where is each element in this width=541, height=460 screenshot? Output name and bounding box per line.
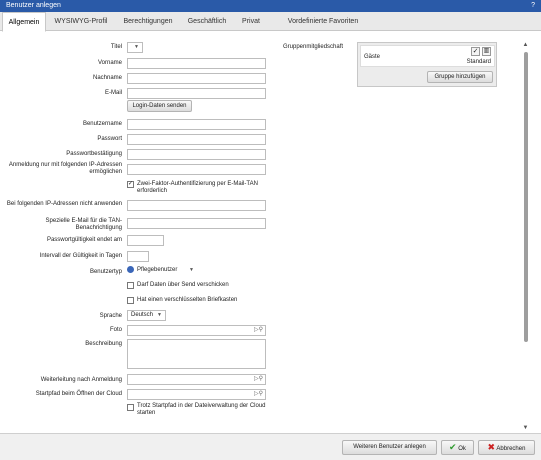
check-icon: ✓ [128,181,134,187]
check-icon: ✔ [449,442,457,452]
abbrechen-button[interactable]: ✖ Abbrechen [478,440,535,455]
passwort-label: Passwort [97,136,122,142]
titel-label: Titel [110,44,122,50]
nachname-label: Nachname [92,75,122,81]
pw-valid-label: Passwortgültigkeit endet am [46,237,122,243]
scrollbar[interactable]: ▲ ▼ [522,41,529,431]
tab-berechtigungen[interactable]: Berechtigungen [116,12,180,31]
scroll-up-icon[interactable]: ▲ [522,42,529,48]
passwortbestaetigung-field[interactable] [127,149,266,160]
titel-select[interactable]: ▼ [127,42,143,53]
group-role: Standard [466,59,491,65]
gruppen-label: Gruppenmitgliedschaft [283,44,344,50]
foto-label: Foto [109,327,122,333]
close-icon: ✖ [487,442,496,452]
email-field[interactable] [127,88,266,99]
startpath-field[interactable]: ▷⚲ [127,389,266,400]
two-factor-label: Zwei-Faktor-Authentifizierung per E-Mail… [137,181,258,194]
email-label: E-Mail [104,90,122,96]
footer: Weiteren Benutzer anlegen ✔ Ok ✖ Abbrech… [0,433,541,460]
chevron-down-icon: ▼ [134,44,139,50]
redirect-field[interactable]: ▷⚲ [127,374,266,385]
send-checkbox[interactable] [127,282,134,289]
group-item: Gäste ✓ ▥ Standard [360,45,495,67]
startpath-label: Startpfad beim Öffnen der Cloud [35,391,122,397]
scrollbar-thumb[interactable] [524,52,528,342]
two-factor-checkbox[interactable]: ✓ [127,181,134,188]
trash-icon[interactable]: ▥ [482,47,491,56]
chevron-down-icon: ▼ [189,267,194,273]
browse-search-icon[interactable]: ▷⚲ [254,326,263,335]
nachname-field[interactable] [127,73,266,84]
chevron-down-icon: ▼ [157,312,162,318]
tab-allgemein[interactable]: Allgemein [2,12,46,32]
tab-wysiwyg-profil[interactable]: WYSIWYG-Profil [48,12,114,31]
benutzername-field[interactable] [127,119,266,130]
startpath-cb-label: Trotz Startpfad in der Dateiverwaltung d… [137,403,266,416]
ip-exempt-field[interactable] [127,200,266,211]
check-icon[interactable]: ✓ [471,47,480,56]
sprache-label: Sprache [99,313,122,319]
benutzertyp-value: Pflegebenutzer [137,267,178,274]
ok-button[interactable]: ✔ Ok [441,440,474,455]
beschreibung-textarea[interactable] [127,339,266,369]
login-daten-senden-button[interactable]: Login-Daten senden [127,100,192,112]
ok-label: Ok [458,446,466,452]
interval-label: Intervall der Gültigkeit in Tagen [39,253,122,259]
tab-bar: Allgemein WYSIWYG-Profil Berechtigungen … [0,12,541,32]
scroll-down-icon[interactable]: ▼ [522,425,529,431]
benutzername-label: Benutzername [82,121,122,127]
tab-vordefinierte-favoriten[interactable]: Vordefinierte Favoriten [270,12,376,31]
tab-geschaeftlich[interactable]: Geschäftlich [182,12,232,31]
foto-field[interactable]: ▷⚲ [127,325,266,336]
passwort-field[interactable] [127,134,266,145]
redirect-label: Weiterleitung nach Anmeldung [40,377,122,383]
benutzertyp-label: Benutzertyp [89,269,122,275]
user-icon [127,266,134,273]
weiteren-benutzer-button[interactable]: Weiteren Benutzer anlegen [342,440,437,455]
ip-login-field[interactable] [127,164,266,175]
send-label: Darf Daten über Send verschicken [137,282,229,288]
browse-search-icon[interactable]: ▷⚲ [254,390,263,399]
passwortbestaetigung-label: Passwortbestätigung [66,151,122,157]
sprache-value: Deutsch [131,312,154,318]
abbrechen-label: Abbrechen [496,446,526,452]
beschreibung-label: Beschreibung [85,341,122,347]
tab-privat[interactable]: Privat [236,12,266,31]
gruppe-hinzufuegen-button[interactable]: Gruppe hinzufügen [427,71,493,83]
interval-field[interactable] [127,251,149,262]
mailbox-checkbox[interactable] [127,297,134,304]
startpath-checkbox[interactable] [127,404,134,411]
pw-valid-field[interactable] [127,235,164,246]
mailbox-label: Hat einen verschlüsselten Briefkasten [137,297,238,303]
benutzertyp-select[interactable]: Pflegebenutzer ▼ [127,266,197,277]
ip-login-label: Anmeldung nur mit folgenden IP-Adressen … [8,162,122,175]
group-name: Gäste [364,54,381,60]
sprache-select[interactable]: Deutsch ▼ [127,310,166,321]
ip-exempt-label: Bei folgenden IP-Adressen nicht anwenden [6,201,122,207]
browse-search-icon[interactable]: ▷⚲ [254,375,263,384]
vorname-field[interactable] [127,58,266,69]
tan-email-label: Spezielle E-Mail für die TAN-Benachricht… [45,218,122,231]
group-panel: Gäste ✓ ▥ Standard Gruppe hinzufügen [357,42,497,87]
help-icon[interactable]: ? [531,0,535,12]
window-title: Benutzer anlegen [6,2,61,9]
vorname-label: Vorname [97,60,122,66]
tan-email-field[interactable] [127,218,266,229]
window-titlebar: Benutzer anlegen ? [0,0,541,12]
